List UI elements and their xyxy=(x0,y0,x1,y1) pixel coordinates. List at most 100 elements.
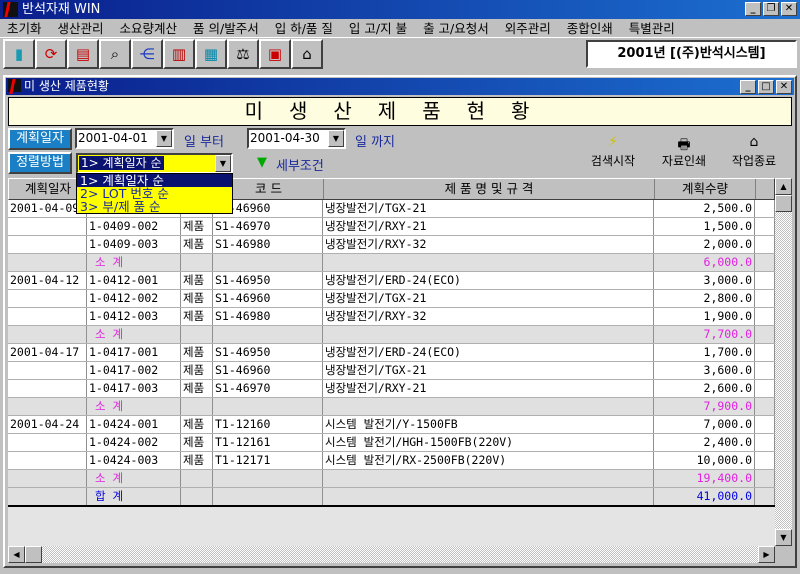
horizontal-scrollbar[interactable]: ◀ ▶ xyxy=(8,546,775,563)
table-row[interactable]: 1-0412-002 제품 S1-46960 냉장발전기/TGX-21 2,800.0 xyxy=(8,290,775,308)
menu-item[interactable]: 종합인쇄 xyxy=(560,19,622,37)
chevron-down-icon[interactable]: ▼ xyxy=(215,155,231,172)
cell: 1-0417-001 xyxy=(87,344,181,361)
scroll-left-icon[interactable]: ◀ xyxy=(8,546,25,563)
restore-button[interactable]: ❐ xyxy=(763,2,779,16)
table-row[interactable]: 1-0424-003 제품 T1-12171 시스템 발전기/RX-2500FB(22… xyxy=(8,452,775,470)
app-logo-icon xyxy=(3,2,18,17)
sort-option[interactable]: 3> 부/제 품 순 xyxy=(77,200,232,213)
cell: 시스템 발전기/RX-2500FB(220V) xyxy=(323,452,654,469)
book-icon[interactable]: ▥ xyxy=(163,39,195,69)
table-row[interactable]: 1-0417-002 제품 S1-46960 냉장발전기/TGX-21 3,600.0 xyxy=(8,362,775,380)
table-row[interactable]: 1-0409-002 제품 S1-46970 냉장발전기/RXY-21 1,500.0 xyxy=(8,218,775,236)
to-date-combo[interactable]: 2001-04-30 ▼ xyxy=(247,128,346,149)
cell: 소 계 xyxy=(87,398,181,415)
cell: 제품 xyxy=(181,308,213,325)
search-document-icon[interactable]: ⌕ xyxy=(99,39,131,69)
table-row[interactable]: 1-0417-003 제품 S1-46970 냉장발전기/RXY-21 2,600.0 xyxy=(8,380,775,398)
print-button[interactable]: 🖶 자료인쇄 xyxy=(652,134,716,169)
cell: 1-0412-003 xyxy=(87,308,181,325)
cell: 제품 xyxy=(181,272,213,289)
menu-item[interactable]: 특별관리 xyxy=(622,19,684,37)
print-label: 자료인쇄 xyxy=(661,154,707,168)
cell xyxy=(323,488,654,505)
cell xyxy=(213,398,323,415)
cell: T1-12161 xyxy=(213,434,323,451)
cell: 2,400.0 xyxy=(654,434,755,451)
table-row[interactable]: 합 계 41,000.0 xyxy=(8,488,775,505)
table-row[interactable]: 2001-04-17 1-0417-001 제품 S1-46950 냉장발전기/ERD-… xyxy=(8,344,775,362)
data-grid: 계획일자코 드제 품 명 및 규 격계획수량2001-04-091-0409-0… xyxy=(8,178,775,507)
cell xyxy=(181,326,213,343)
hscroll-thumb[interactable] xyxy=(25,546,42,563)
filler-cell[interactable] xyxy=(756,179,775,199)
table-row[interactable]: 소 계 19,400.0 xyxy=(8,470,775,488)
cell: 2001-04-17 xyxy=(8,344,87,361)
cell: 2,500.0 xyxy=(654,200,755,217)
child-close-button[interactable]: ✕ xyxy=(776,80,792,94)
search-start-button[interactable]: ⚡ 검색시작 xyxy=(581,134,645,169)
column-header[interactable]: 제 품 명 및 규 격 xyxy=(324,179,655,199)
scale-tool-icon[interactable]: ⚖ xyxy=(227,39,259,69)
cell: 제품 xyxy=(181,416,213,433)
calendar-icon[interactable]: ▣ xyxy=(259,39,291,69)
scroll-thumb[interactable] xyxy=(775,195,792,212)
cell: 1-0412-002 xyxy=(87,290,181,307)
cell: 제품 xyxy=(181,236,213,253)
menu-item[interactable]: 출 고/요청서 xyxy=(416,19,498,37)
filler-cell xyxy=(755,398,775,415)
menu-item[interactable]: 생산관리 xyxy=(51,19,113,37)
filler-cell xyxy=(755,308,775,325)
close-button[interactable]: ✕ xyxy=(781,2,797,16)
table-row[interactable]: 1-0409-003 제품 S1-46980 냉장발전기/RXY-32 2,000.0 xyxy=(8,236,775,254)
cell: 2001-04-24 xyxy=(8,416,87,433)
chevron-down-icon[interactable]: ▼ xyxy=(328,130,344,147)
column-header[interactable]: 계획수량 xyxy=(655,179,756,199)
table-row[interactable]: 소 계 6,000.0 xyxy=(8,254,775,272)
form-print-icon[interactable]: ▤ xyxy=(67,39,99,69)
cell: 제품 xyxy=(181,380,213,397)
filler-cell xyxy=(755,326,775,343)
filler-cell xyxy=(755,434,775,451)
menu-item[interactable]: 외주관리 xyxy=(498,19,560,37)
child-titlebar: 미 생산 제품현황 xyxy=(6,78,794,95)
scroll-up-icon[interactable]: ▲ xyxy=(775,178,792,195)
filler-cell xyxy=(755,488,775,505)
minimize-button[interactable]: _ xyxy=(745,2,761,16)
table-row[interactable]: 소 계 7,700.0 xyxy=(8,326,775,344)
menu-item[interactable]: 입 고/지 불 xyxy=(342,19,416,37)
sort-combo[interactable]: 1> 계획일자 순 ▼ xyxy=(76,153,233,174)
cell: 시스템 발전기/Y-1500FB xyxy=(323,416,654,433)
table-row[interactable]: 1-0424-002 제품 T1-12161 시스템 발전기/HGH-1500FB(2… xyxy=(8,434,775,452)
home-icon[interactable]: ⌂ xyxy=(291,39,323,69)
exit-button[interactable]: ⌂ 작업종료 xyxy=(722,134,786,169)
cell xyxy=(8,362,87,379)
search-start-label: 검색시작 xyxy=(590,154,636,168)
home-icon: ⌂ xyxy=(749,134,759,150)
scroll-down-icon[interactable]: ▼ xyxy=(775,529,792,546)
table-row[interactable]: 1-0412-003 제품 S1-46980 냉장발전기/RXY-32 1,900.0 xyxy=(8,308,775,326)
menu-item[interactable]: 소요량계산 xyxy=(113,19,187,37)
table-row[interactable]: 소 계 7,900.0 xyxy=(8,398,775,416)
tree-structure-icon[interactable]: ⋲ xyxy=(131,39,163,69)
child-minimize-button[interactable]: _ xyxy=(740,80,756,94)
from-date-value: 2001-04-01 xyxy=(78,131,148,145)
menu-item[interactable]: 초기화 xyxy=(0,19,51,37)
table-row[interactable]: 2001-04-12 1-0412-001 제품 S1-46950 냉장발전기/ERD-… xyxy=(8,272,775,290)
vertical-scrollbar[interactable]: ▲ ▼ xyxy=(775,178,792,546)
cell: 1-0424-001 xyxy=(87,416,181,433)
filler-cell xyxy=(755,470,775,487)
calculator-icon[interactable]: ▦ xyxy=(195,39,227,69)
child-maximize-button[interactable]: □ xyxy=(758,80,774,94)
detail-conditions-button[interactable]: 세부조건 xyxy=(276,155,324,174)
cell: S1-46970 xyxy=(213,380,323,397)
chevron-down-icon[interactable]: ▼ xyxy=(156,130,172,147)
menu-item[interactable]: 품 의/발주서 xyxy=(186,19,268,37)
menu-item[interactable]: 입 하/품 질 xyxy=(268,19,342,37)
app-title: 반석자재 WIN xyxy=(22,2,101,17)
scroll-right-icon[interactable]: ▶ xyxy=(758,546,775,563)
exit-door-icon[interactable]: ▮ xyxy=(3,39,35,69)
table-row[interactable]: 2001-04-24 1-0424-001 제품 T1-12160 시스템 발전기/Y-… xyxy=(8,416,775,434)
from-date-combo[interactable]: 2001-04-01 ▼ xyxy=(75,128,174,149)
refresh-cycle-icon[interactable]: ⟳ xyxy=(35,39,67,69)
